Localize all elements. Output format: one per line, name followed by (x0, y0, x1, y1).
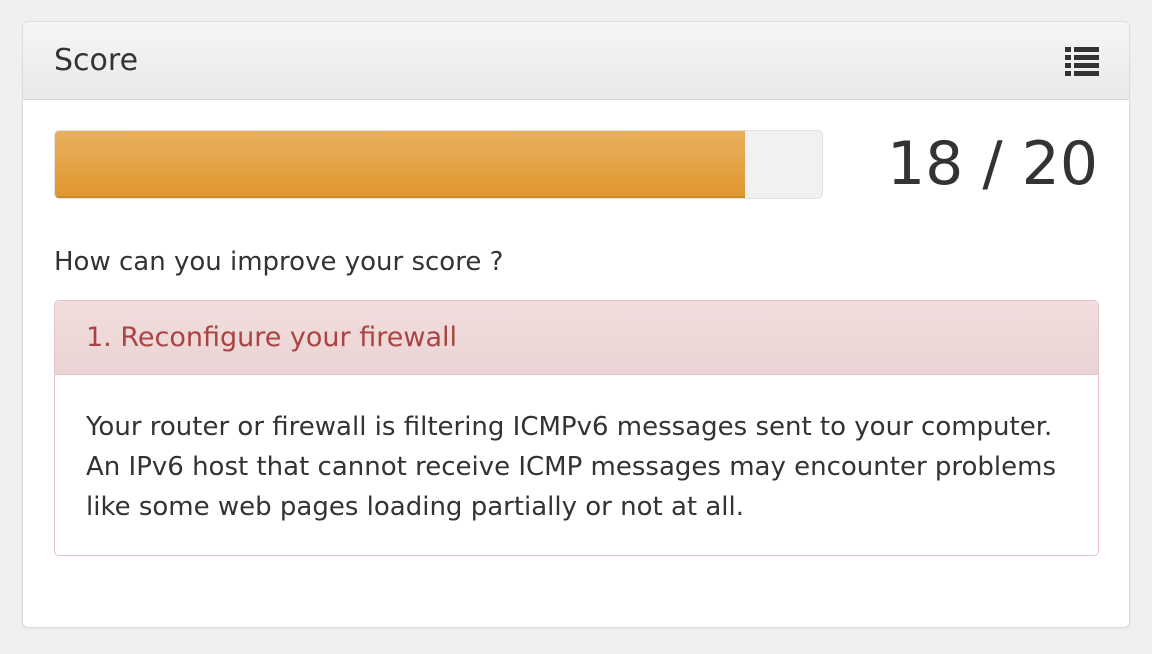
advice-title: 1. Reconfigure your firewall (55, 301, 1098, 375)
panel-body: 18 / 20 How can you improve your score ?… (23, 100, 1129, 627)
list-icon[interactable] (1065, 47, 1099, 77)
score-panel: Score 18 / 20 How can you improve your s… (22, 21, 1130, 628)
panel-title: Score (54, 43, 139, 78)
score-progress-fill (55, 131, 746, 198)
panel-heading: Score (23, 22, 1129, 100)
improve-question: How can you improve your score ? (54, 247, 504, 277)
advice-body: Your router or firewall is filtering ICM… (86, 412, 1057, 522)
score-value: 18 / 20 (886, 129, 1098, 199)
score-progress (54, 130, 823, 199)
advice-item: 1. Reconfigure your firewall Your router… (54, 300, 1099, 556)
